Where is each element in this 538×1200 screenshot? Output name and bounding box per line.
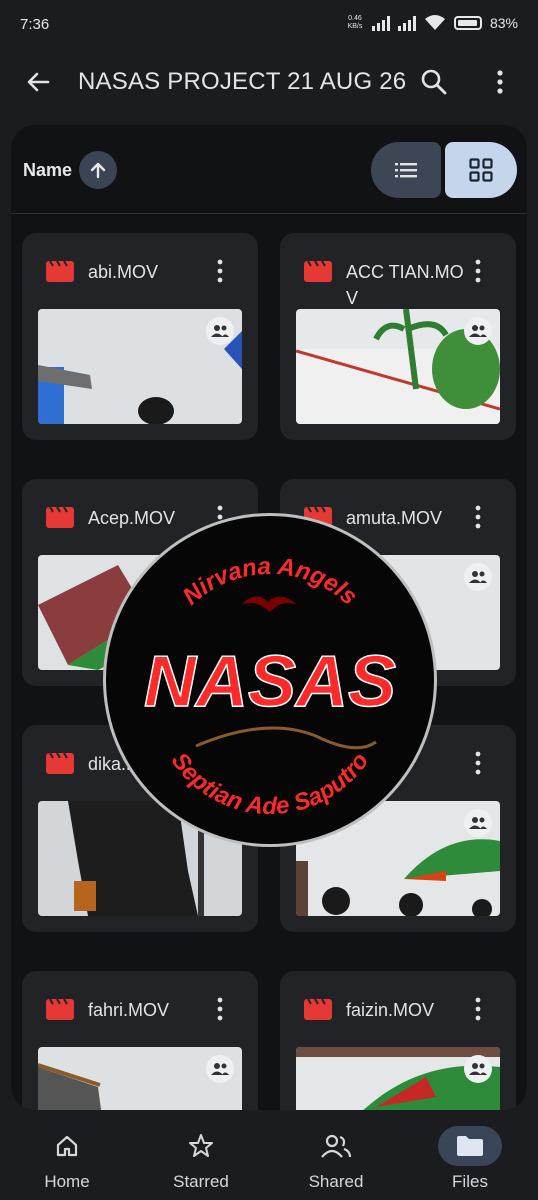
app-bar: NASAS PROJECT 21 AUG 26 (0, 52, 538, 112)
battery-percent: 83% (489, 14, 518, 31)
nav-home[interactable]: Home (7, 1112, 127, 1200)
video-thumbnail[interactable] (38, 1047, 242, 1110)
nav-shared[interactable]: Shared (276, 1112, 396, 1200)
nav-shared-label: Shared (308, 1172, 364, 1191)
more-vert-icon[interactable] (466, 749, 490, 777)
logo-main-text: NASAS (144, 642, 396, 722)
video-file-icon (46, 998, 74, 1020)
people-icon (469, 571, 487, 583)
status-icons: 0.46 KB/s 83% (346, 14, 518, 31)
nav-home-label: Home (44, 1172, 90, 1191)
file-name: ACC TIAN.MOV (346, 262, 464, 308)
people-icon (469, 1063, 487, 1075)
back-arrow-icon[interactable] (22, 66, 54, 98)
file-card[interactable]: fahri.MOV (22, 971, 258, 1110)
video-file-icon (304, 260, 332, 282)
file-card[interactable]: ACC TIAN.MOV (280, 233, 516, 440)
people-icon (469, 325, 487, 337)
sort-row: Name (11, 125, 527, 214)
people-icon (211, 325, 229, 337)
logo-graphic: Nirvana Angels NASAS Septian Ade Saputro (143, 553, 397, 820)
net-speed: 0.46 KB/s (347, 14, 363, 30)
status-bar: 7:36 0.46 KB/s 83% (0, 0, 538, 52)
more-vert-icon[interactable] (208, 995, 232, 1023)
star-icon (169, 1126, 233, 1166)
video-thumbnail[interactable] (38, 309, 242, 424)
file-name: fahri.MOV (88, 1000, 170, 1020)
bottom-navigation: Home Starred Shared Files (0, 1112, 538, 1200)
people-icon (469, 817, 487, 829)
video-file-icon (46, 260, 74, 282)
nasas-logo-overlay: Nirvana Angels NASAS Septian Ade Saputro (106, 516, 434, 844)
more-vert-icon[interactable] (484, 66, 516, 98)
more-vert-icon[interactable] (466, 995, 490, 1023)
shared-indicator (206, 317, 234, 345)
logo-bottom-text: Septian Ade Saputro (166, 748, 374, 820)
shared-indicator (464, 809, 492, 837)
shared-indicator (464, 317, 492, 345)
more-vert-icon[interactable] (466, 503, 490, 531)
video-thumbnail[interactable] (296, 1047, 500, 1110)
shared-indicator (464, 1055, 492, 1083)
file-card[interactable]: faizin.MOV (280, 971, 516, 1110)
shared-indicator (464, 563, 492, 591)
nav-starred[interactable]: Starred (141, 1112, 261, 1200)
grid-view-button[interactable] (445, 142, 517, 198)
nav-files[interactable]: Files (410, 1112, 530, 1200)
more-vert-icon[interactable] (466, 257, 490, 285)
search-icon[interactable] (418, 66, 450, 98)
home-icon (35, 1126, 99, 1166)
more-vert-icon[interactable] (208, 257, 232, 285)
nav-files-label: Files (452, 1172, 488, 1191)
sort-label[interactable]: Name (23, 160, 72, 181)
video-file-icon (46, 506, 74, 528)
folder-icon (438, 1126, 502, 1166)
page-title: NASAS PROJECT 21 AUG 26 (78, 68, 407, 95)
video-file-icon (304, 998, 332, 1020)
signal-2-icon (397, 15, 416, 31)
file-name: amuta.MOV (346, 508, 443, 528)
signal-icon (371, 15, 390, 31)
shared-icon (304, 1126, 368, 1166)
people-icon (211, 1063, 229, 1075)
battery-icon (453, 15, 482, 30)
video-file-icon (46, 752, 74, 774)
file-name: abi.MOV (88, 262, 159, 282)
shared-indicator (206, 1055, 234, 1083)
grid-icon (469, 158, 493, 182)
list-view-button[interactable] (371, 142, 441, 198)
file-name: faizin.MOV (346, 1000, 435, 1020)
sort-direction-button[interactable] (79, 151, 117, 189)
list-icon (395, 163, 417, 178)
status-time: 7:36 (20, 16, 50, 33)
nav-starred-label: Starred (173, 1172, 229, 1191)
file-name: Acep.MOV (88, 508, 176, 528)
file-card[interactable]: abi.MOV (22, 233, 258, 440)
wifi-icon (424, 15, 445, 30)
arrow-up-icon (90, 162, 106, 179)
video-thumbnail[interactable] (296, 309, 500, 424)
view-toggle (371, 142, 517, 198)
